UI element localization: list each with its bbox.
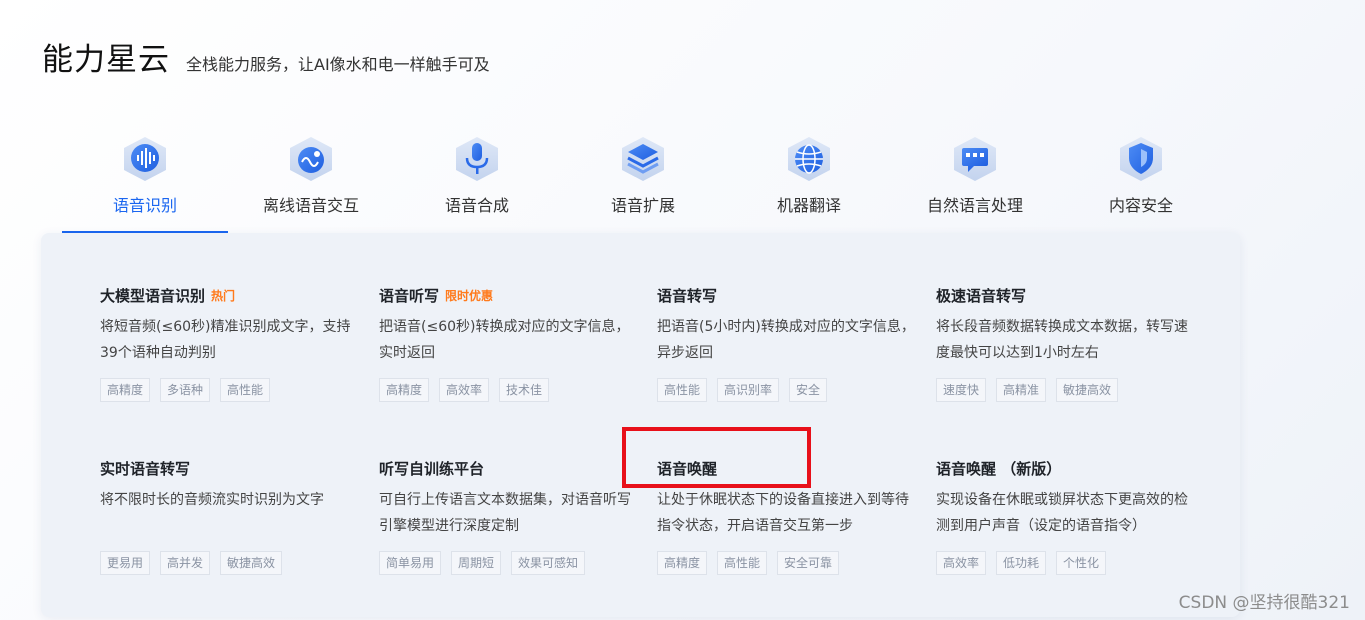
card-tags: 高性能 高识别率 安全 xyxy=(657,378,917,402)
card-description: 把语音(5小时内)转换成对应的文字信息，异步返回 xyxy=(657,319,915,361)
tag: 高精度 xyxy=(379,378,430,402)
card-tags: 高效率 低功耗 个性化 xyxy=(936,551,1196,575)
card-title: 语音唤醒 （新版） xyxy=(936,458,1196,479)
card-speech-transcription[interactable]: 语音转写 把语音(5小时内)转换成对应的文字信息，异步返回 高性能 高识别率 安… xyxy=(657,285,917,402)
capability-tabs: 语音识别 离线语音交互 语音合成 语音扩展 机器翻译 自然语言处理 内容安全 xyxy=(62,130,1222,234)
tab-label: 语音合成 xyxy=(444,196,509,215)
tag: 低功耗 xyxy=(996,551,1047,575)
tag: 安全可靠 xyxy=(777,551,840,575)
card-tags: 高精度 多语种 高性能 xyxy=(100,378,360,402)
tag: 敏捷高效 xyxy=(1056,378,1119,402)
tag: 高精度 xyxy=(100,378,151,402)
card-tags: 高精度 高性能 安全可靠 xyxy=(657,551,917,575)
tag: 周期短 xyxy=(451,551,502,575)
tab-label: 机器翻译 xyxy=(776,196,841,215)
tag: 个性化 xyxy=(1056,551,1107,575)
card-title-text: 极速语音转写 xyxy=(936,287,1027,305)
card-title-text: 语音转写 xyxy=(657,287,718,305)
watermark: CSDN @坚持很酷321 xyxy=(1178,593,1350,613)
card-title: 语音听写 限时优惠 xyxy=(379,285,639,306)
text-chat-icon xyxy=(954,137,996,181)
tab-machine-translation[interactable]: 机器翻译 xyxy=(726,130,892,234)
card-title-text: 实时语音转写 xyxy=(100,460,191,478)
tab-label: 离线语音交互 xyxy=(262,196,359,215)
tag: 速度快 xyxy=(936,378,987,402)
tab-label: 语音识别 xyxy=(112,196,177,215)
microphone-icon xyxy=(456,137,498,181)
tag: 多语种 xyxy=(160,378,211,402)
card-title: 听写自训练平台 xyxy=(379,458,639,479)
tag: 高精度 xyxy=(657,551,708,575)
tag: 高并发 xyxy=(160,551,211,575)
card-description: 把语音(≤60秒)转换成对应的文字信息，实时返回 xyxy=(379,319,630,361)
tab-speech-synthesis[interactable]: 语音合成 xyxy=(394,130,560,234)
card-description: 可自行上传语言文本数据集，对语音听写引擎模型进行深度定制 xyxy=(379,492,631,534)
tag: 高性能 xyxy=(220,378,271,402)
tag: 高效率 xyxy=(936,551,987,575)
tag: 敏捷高效 xyxy=(220,551,283,575)
card-dictation-training-platform[interactable]: 听写自训练平台 可自行上传语言文本数据集，对语音听写引擎模型进行深度定制 简单易… xyxy=(379,458,639,575)
hot-badge: 热门 xyxy=(211,289,236,303)
card-description: 让处于休眠状态下的设备直接进入到等待指令状态，开启语音交互第一步 xyxy=(657,492,909,534)
card-tags: 更易用 高并发 敏捷高效 xyxy=(100,551,360,575)
card-description: 将长段音频数据转换成文本数据，转写速度最快可以达到1小时左右 xyxy=(936,319,1188,361)
card-tags: 速度快 高精准 敏捷高效 xyxy=(936,378,1196,402)
card-voice-dictation[interactable]: 语音听写 限时优惠 把语音(≤60秒)转换成对应的文字信息，实时返回 高精度 高… xyxy=(379,285,639,402)
annotation-highlight-box xyxy=(622,427,811,488)
tab-label: 内容安全 xyxy=(1108,196,1173,215)
tag: 高效率 xyxy=(439,378,490,402)
tab-speech-recognition[interactable]: 语音识别 xyxy=(62,130,228,234)
tab-offline-voice-interaction[interactable]: 离线语音交互 xyxy=(228,130,394,234)
card-voice-wakeup-new[interactable]: 语音唤醒 （新版） 实现设备在休眠或锁屏状态下更高效的检测到用户声音（设定的语音… xyxy=(936,458,1196,575)
tab-natural-language-processing[interactable]: 自然语言处理 xyxy=(892,130,1058,234)
tag: 高性能 xyxy=(717,551,768,575)
card-title: 大模型语音识别 热门 xyxy=(100,285,360,306)
page-subtitle: 全栈能力服务，让AI像水和电一样触手可及 xyxy=(186,55,490,74)
card-description: 将短音频(≤60秒)精准识别成文字，支持39个语种自动判别 xyxy=(100,319,351,361)
card-title-text: 大模型语音识别 xyxy=(100,287,206,305)
tag: 效果可感知 xyxy=(511,551,586,575)
card-tags: 高精度 高效率 技术佳 xyxy=(379,378,639,402)
card-title-text: 听写自训练平台 xyxy=(379,460,485,478)
tag: 简单易用 xyxy=(379,551,442,575)
tab-label: 语音扩展 xyxy=(610,196,675,215)
tab-speech-extension[interactable]: 语音扩展 xyxy=(560,130,726,234)
card-title-text: 语音唤醒 （新版） xyxy=(936,460,1062,478)
offline-voice-icon xyxy=(290,137,332,181)
card-description: 将不限时长的音频流实时识别为文字 xyxy=(100,492,324,508)
tag: 更易用 xyxy=(100,551,151,575)
tag: 高精准 xyxy=(996,378,1047,402)
tag: 高性能 xyxy=(657,378,708,402)
tag: 技术佳 xyxy=(499,378,550,402)
card-title-text: 语音听写 xyxy=(379,287,440,305)
voice-wave-icon xyxy=(124,137,166,181)
card-fast-transcription[interactable]: 极速语音转写 将长段音频数据转换成文本数据，转写速度最快可以达到1小时左右 速度… xyxy=(936,285,1196,402)
globe-icon xyxy=(788,137,830,181)
page-header: 能力星云 全栈能力服务，让AI像水和电一样触手可及 xyxy=(42,34,490,79)
card-title: 极速语音转写 xyxy=(936,285,1196,306)
card-large-model-asr[interactable]: 大模型语音识别 热门 将短音频(≤60秒)精准识别成文字，支持39个语种自动判别… xyxy=(100,285,360,402)
tag: 高识别率 xyxy=(717,378,780,402)
tag: 安全 xyxy=(789,378,828,402)
card-tags: 简单易用 周期短 效果可感知 xyxy=(379,551,639,575)
tab-label: 自然语言处理 xyxy=(926,196,1023,215)
card-realtime-transcription[interactable]: 实时语音转写 将不限时长的音频流实时识别为文字 更易用 高并发 敏捷高效 xyxy=(100,458,360,575)
tab-content-security[interactable]: 内容安全 xyxy=(1058,130,1224,234)
card-description: 实现设备在休眠或锁屏状态下更高效的检测到用户声音（设定的语音指令） xyxy=(936,492,1188,534)
shield-icon xyxy=(1120,137,1162,181)
card-title: 语音转写 xyxy=(657,285,917,306)
promo-badge: 限时优惠 xyxy=(445,289,494,303)
page-title: 能力星云 xyxy=(42,42,170,78)
grid-chip-icon xyxy=(622,137,664,181)
card-title: 实时语音转写 xyxy=(100,458,360,479)
